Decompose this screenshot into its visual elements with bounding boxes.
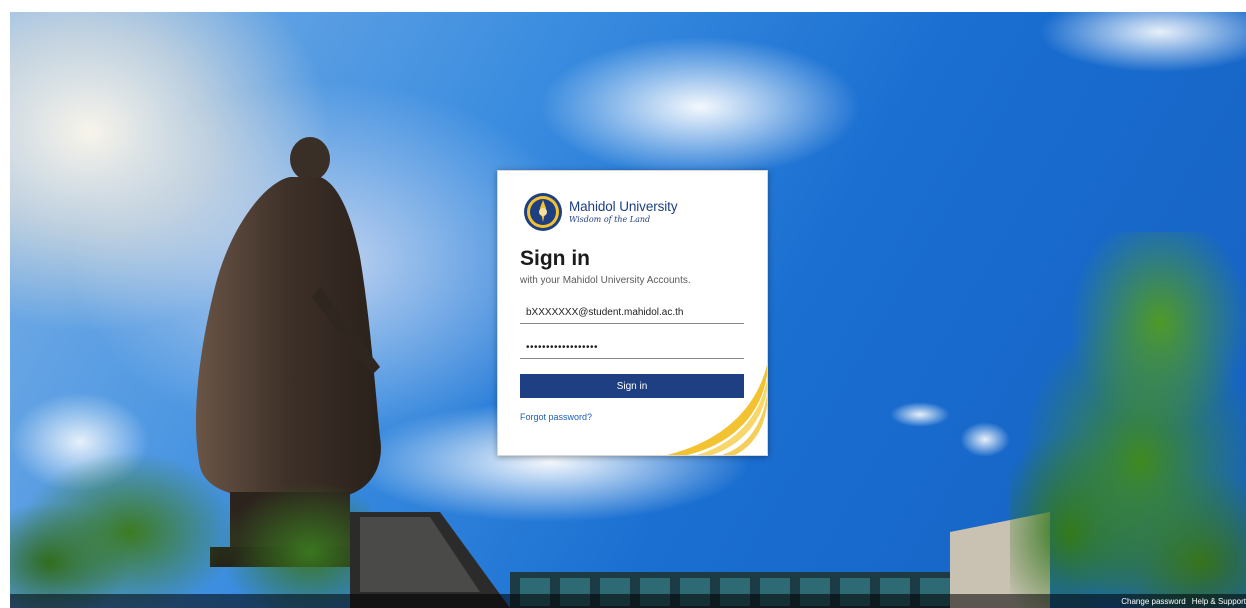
university-tagline: Wisdom of the Land xyxy=(569,214,651,224)
footer-links: Change password Help & Support xyxy=(1121,594,1246,608)
sign-in-card: Mahidol University Wisdom of the Land Si… xyxy=(497,170,768,456)
university-name: Mahidol University xyxy=(569,199,678,215)
password-input[interactable] xyxy=(520,337,744,359)
footer-bar: Change password Help & Support xyxy=(10,594,1246,608)
university-logo: Mahidol University Wisdom of the Land xyxy=(523,192,678,232)
cloud xyxy=(890,402,950,427)
university-seal-icon xyxy=(524,193,562,231)
username-input[interactable] xyxy=(520,302,744,324)
help-support-link[interactable]: Help & Support xyxy=(1192,597,1246,606)
page-title: Sign in xyxy=(520,247,590,270)
trees xyxy=(10,452,370,608)
page-subtitle: with your Mahidol University Accounts. xyxy=(520,275,691,286)
decorative-swoosh xyxy=(667,365,767,455)
trees xyxy=(1010,232,1246,608)
forgot-password-link[interactable]: Forgot password? xyxy=(520,412,592,422)
change-password-link[interactable]: Change password xyxy=(1121,597,1185,606)
cloud xyxy=(960,422,1010,457)
